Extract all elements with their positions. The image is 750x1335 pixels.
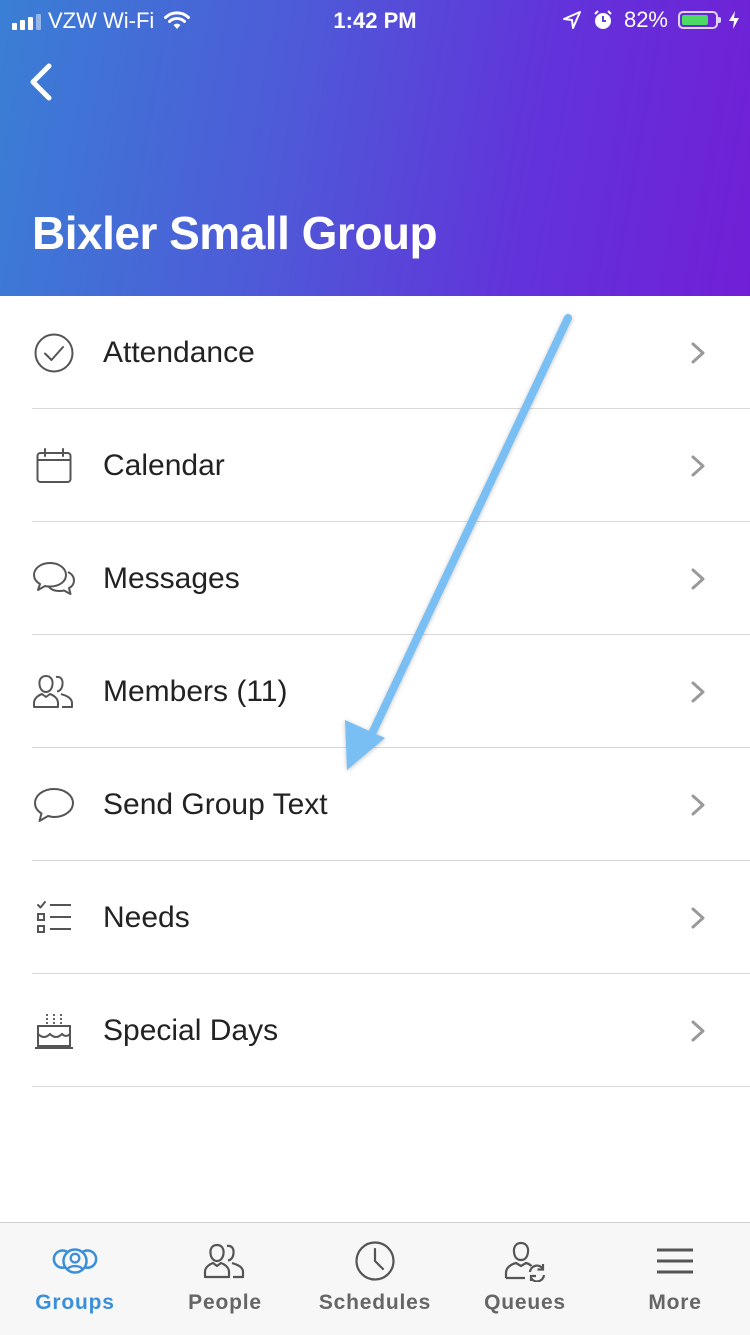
chevron-left-icon: [30, 63, 52, 101]
battery-icon: [678, 11, 721, 29]
header: VZW Wi-Fi 1:42 PM 82% Bixler Small Group: [0, 0, 750, 296]
chevron-right-icon: [691, 907, 705, 928]
status-right: 82%: [562, 7, 740, 33]
chevron-right-icon: [691, 681, 705, 702]
menu-item-special-days[interactable]: Special Days: [0, 974, 750, 1087]
tab-more[interactable]: More: [600, 1223, 750, 1335]
tab-label: People: [188, 1291, 262, 1314]
menu-item-label: Messages: [103, 561, 240, 595]
tab-people[interactable]: People: [150, 1223, 300, 1335]
tab-label: Groups: [35, 1291, 115, 1314]
queue-person-icon: [501, 1239, 549, 1283]
chevron-right-icon: [691, 1020, 705, 1041]
clock-icon: [351, 1239, 399, 1283]
alarm-icon: [594, 10, 612, 29]
tab-label: Schedules: [318, 1291, 432, 1314]
battery-fill: [682, 15, 709, 25]
menu-item-calendar[interactable]: Calendar: [0, 409, 750, 522]
check-circle-icon: [32, 331, 76, 375]
menu-item-label: Special Days: [103, 1013, 279, 1047]
group-menu-list: Attendance Calendar Messages Members (11…: [0, 296, 750, 1087]
menu-item-members[interactable]: Members (11): [0, 635, 750, 748]
charging-bolt-icon: [729, 11, 739, 29]
chevron-right-icon: [691, 568, 705, 589]
calendar-icon: [32, 444, 76, 488]
menu-item-attendance[interactable]: Attendance: [0, 296, 750, 409]
members-icon: [32, 670, 76, 714]
menu-item-send-group-text[interactable]: Send Group Text: [0, 748, 750, 861]
menu-item-label: Attendance: [103, 335, 255, 369]
tab-label: More: [648, 1291, 702, 1314]
groups-icon: [51, 1239, 99, 1283]
menu-item-label: Send Group Text: [103, 787, 328, 821]
tab-schedules[interactable]: Schedules: [300, 1223, 450, 1335]
people-icon: [201, 1239, 249, 1283]
birthday-cake-icon: [32, 1009, 76, 1053]
status-bar: VZW Wi-Fi 1:42 PM 82%: [0, 0, 750, 40]
chat-bubbles-icon: [32, 557, 76, 601]
menu-item-label: Members (11): [103, 674, 288, 708]
tab-groups[interactable]: Groups: [0, 1223, 150, 1335]
hamburger-menu-icon: [651, 1239, 699, 1283]
menu-item-needs[interactable]: Needs: [0, 861, 750, 974]
tab-bar: Groups People Schedules Queues More: [0, 1222, 750, 1335]
speech-bubble-icon: [32, 783, 76, 827]
chevron-right-icon: [691, 794, 705, 815]
location-arrow-icon: [562, 11, 581, 29]
chevron-right-icon: [691, 455, 705, 476]
back-button[interactable]: [18, 58, 62, 106]
tab-queues[interactable]: Queues: [450, 1223, 600, 1335]
menu-item-messages[interactable]: Messages: [0, 522, 750, 635]
menu-item-label: Needs: [103, 900, 190, 934]
chevron-right-icon: [691, 342, 705, 363]
battery-percent: 82%: [623, 7, 668, 32]
checklist-icon: [32, 896, 76, 940]
tab-label: Queues: [484, 1291, 566, 1314]
menu-item-label: Calendar: [103, 448, 225, 482]
page-title: Bixler Small Group: [32, 207, 438, 259]
